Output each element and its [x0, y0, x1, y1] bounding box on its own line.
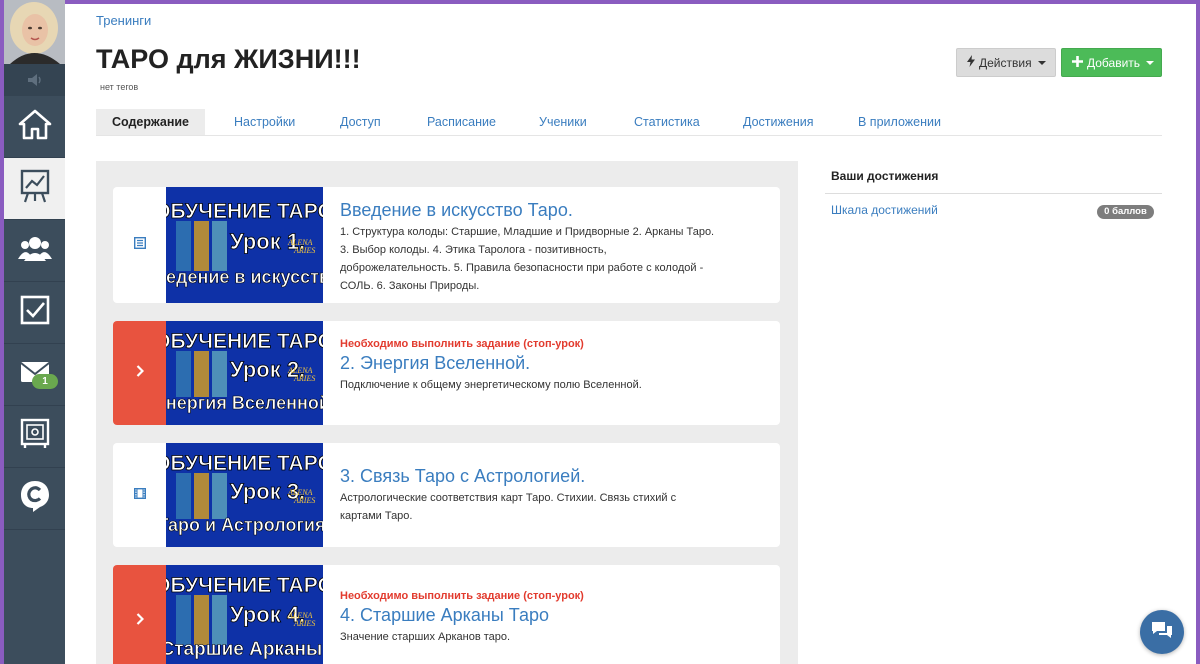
lesson-body: Необходимо выполнить задание (стоп-урок)…: [340, 590, 720, 646]
chat-c-icon: [19, 479, 51, 518]
nav-messages[interactable]: 1: [4, 344, 65, 406]
nav-tasks[interactable]: [4, 282, 65, 344]
lesson-card[interactable]: ОБУЧЕНИЕ ТАРО Урок 4. ALENA ARIES Старши…: [113, 565, 780, 664]
lesson-type-cell: [113, 321, 166, 425]
add-button[interactable]: Добавить: [1061, 48, 1162, 77]
lesson-thumbnail[interactable]: ОБУЧЕНИЕ ТАРО Урок 2. ALENA ARIES Энерги…: [166, 321, 323, 425]
points-badge: 0 баллов: [1097, 205, 1154, 219]
home-icon: [18, 108, 52, 145]
chevron-right-icon: [136, 612, 144, 630]
lesson-type-cell: [113, 565, 166, 664]
tab-schedule[interactable]: Расписание: [427, 109, 496, 135]
speaker-icon[interactable]: [4, 64, 65, 96]
thumb-title: ОБУЧЕНИЕ ТАРО: [166, 200, 323, 223]
lesson-title[interactable]: 4. Старшие Арканы Таро: [340, 604, 720, 626]
breadcrumb[interactable]: Тренинги: [96, 13, 151, 28]
thumb-brand: ARIES: [293, 374, 315, 383]
lesson-card[interactable]: ОБУЧЕНИЕ ТАРО Урок 1. ALENA ARIES Введен…: [113, 187, 780, 303]
nav-chat[interactable]: [4, 468, 65, 530]
lesson-title[interactable]: Введение в искусство Таро.: [340, 199, 720, 221]
lesson-type-cell: [113, 443, 166, 547]
thumb-title: ОБУЧЕНИЕ ТАРО: [166, 574, 323, 597]
tab-students[interactable]: Ученики: [539, 109, 587, 135]
bolt-icon: [967, 55, 975, 70]
thumb-brand: ARIES: [293, 246, 315, 255]
checkbox-icon: [20, 295, 50, 330]
lesson-card[interactable]: ОБУЧЕНИЕ ТАРО Урок 3. ALENA ARIES Таро и…: [113, 443, 780, 547]
lesson-description: Значение старших Арканов таро.: [340, 631, 511, 643]
tab-statistics[interactable]: Статистика: [634, 109, 700, 135]
nav-trainings[interactable]: [4, 158, 65, 220]
users-icon: [17, 234, 52, 267]
thumb-subtitle: Таро и Астрология.: [166, 515, 323, 535]
add-button-label: Добавить: [1087, 55, 1141, 70]
tab-in-app[interactable]: В приложении: [858, 109, 941, 135]
actions-button[interactable]: Действия: [956, 48, 1056, 77]
thumb-title: ОБУЧЕНИЕ ТАРО: [166, 452, 323, 475]
nav-home[interactable]: [4, 96, 65, 158]
lesson-body: Введение в искусство Таро. 1. Структура …: [340, 199, 720, 295]
lesson-description: Астрологические соответствия карт Таро. …: [340, 492, 677, 522]
actions-button-label: Действия: [979, 55, 1032, 70]
window-frame-right: [1196, 0, 1200, 664]
thumb-title: ОБУЧЕНИЕ ТАРО: [166, 330, 323, 353]
stop-lesson-label: Необходимо выполнить задание (стоп-урок): [340, 590, 584, 602]
lesson-description: 1. Структура колоды: Старшие, Младшие и …: [340, 226, 715, 292]
chart-board-icon: [20, 168, 50, 209]
thumb-subtitle: Энергия Вселенной.: [166, 393, 323, 413]
nav-users[interactable]: [4, 220, 65, 282]
chat-button[interactable]: [1140, 610, 1184, 654]
tab-achievements[interactable]: Достижения: [743, 109, 813, 135]
document-icon: [133, 236, 146, 254]
avatar[interactable]: [4, 0, 65, 64]
achievements-scale-link[interactable]: Шкала достижений: [831, 203, 938, 217]
lessons-list: ОБУЧЕНИЕ ТАРО Урок 1. ALENA ARIES Введен…: [96, 161, 798, 664]
tab-settings[interactable]: Настройки: [234, 109, 295, 135]
lesson-title[interactable]: 2. Энергия Вселенной.: [340, 352, 720, 374]
page-title: ТАРО для ЖИЗНИ!!!: [96, 44, 361, 74]
lesson-type-cell: [113, 187, 166, 303]
window-frame-top: [0, 0, 1200, 4]
tab-bar: Содержание Настройки Доступ Расписание У…: [96, 109, 1162, 136]
chat-bubbles-icon: [1150, 620, 1174, 645]
lesson-thumbnail[interactable]: ОБУЧЕНИЕ ТАРО Урок 1. ALENA ARIES Введен…: [166, 187, 323, 303]
lesson-title[interactable]: 3. Связь Таро с Астрологией.: [340, 465, 720, 487]
tab-access[interactable]: Доступ: [340, 109, 381, 135]
chevron-down-icon: [1037, 60, 1046, 65]
lesson-card[interactable]: ОБУЧЕНИЕ ТАРО Урок 2. ALENA ARIES Энерги…: [113, 321, 780, 425]
film-icon: [133, 486, 146, 504]
tab-content[interactable]: Содержание: [96, 109, 206, 135]
lesson-thumbnail[interactable]: ОБУЧЕНИЕ ТАРО Урок 4. ALENA ARIES Старши…: [166, 565, 323, 664]
stop-lesson-label: Необходимо выполнить задание (стоп-урок): [340, 338, 584, 350]
left-sidebar: 1: [4, 0, 65, 664]
safe-icon: [20, 418, 50, 455]
lesson-body: 3. Связь Таро с Астрологией. Астрологиче…: [340, 465, 720, 525]
lesson-thumbnail[interactable]: ОБУЧЕНИЕ ТАРО Урок 3. ALENA ARIES Таро и…: [166, 443, 323, 547]
chevron-right-icon: [136, 364, 144, 382]
thumb-subtitle: Введение в искусство.: [166, 267, 323, 287]
unread-badge: 1: [32, 374, 58, 389]
thumb-brand: ARIES: [293, 619, 315, 628]
lesson-body: Необходимо выполнить задание (стоп-урок)…: [340, 338, 720, 394]
achievements-header: Ваши достижения: [825, 162, 1162, 194]
thumb-brand: ARIES: [293, 496, 315, 505]
thumb-subtitle: Старшие Арканы.: [166, 639, 323, 660]
plus-icon: [1072, 55, 1083, 70]
lesson-description: Подключение к общему энергетическому пол…: [340, 379, 642, 391]
nav-store[interactable]: [4, 406, 65, 468]
tags-label: нет тегов: [100, 82, 139, 92]
chevron-down-icon: [1146, 60, 1155, 65]
